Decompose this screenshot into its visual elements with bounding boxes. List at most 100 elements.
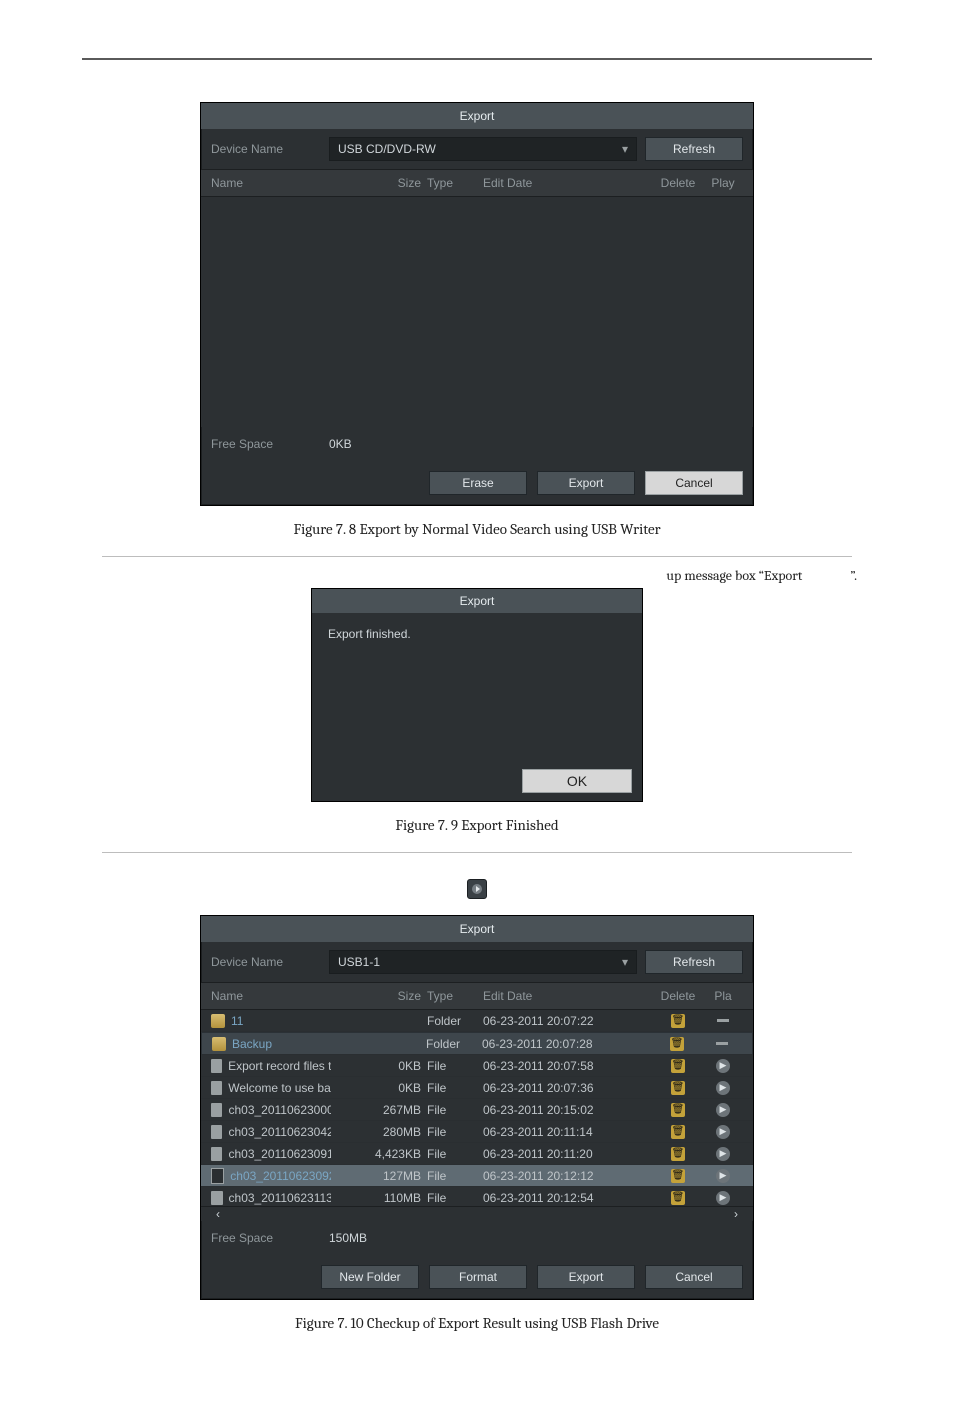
col-name[interactable]: Name <box>211 176 331 190</box>
file-size: 0KB <box>331 1059 421 1073</box>
col-play[interactable]: Pla <box>703 989 743 1003</box>
play-icon[interactable]: ▶ <box>716 1059 730 1073</box>
play-icon[interactable]: ▶ <box>716 1191 730 1205</box>
trash-icon[interactable]: 🗑 <box>671 1191 685 1205</box>
delete-cell[interactable]: 🗑 <box>653 1147 703 1161</box>
table-row[interactable]: BackupFolder06-23-2011 20:07:28🗑 <box>201 1032 753 1055</box>
format-button[interactable]: Format <box>429 1265 527 1289</box>
play-cell[interactable]: ▶ <box>703 1125 743 1139</box>
delete-cell[interactable]: 🗑 <box>653 1169 703 1183</box>
table-row[interactable]: 11Folder06-23-2011 20:07:22🗑 <box>201 1010 753 1032</box>
table-row[interactable]: ch03_20110623000000267MBFile06-23-2011 2… <box>201 1099 753 1121</box>
trash-icon[interactable]: 🗑 <box>671 1081 685 1095</box>
table-row[interactable]: Export record files to me0KBFile06-23-20… <box>201 1055 753 1077</box>
play-cell[interactable]: ▶ <box>703 1147 743 1161</box>
trash-icon[interactable]: 🗑 <box>670 1037 684 1051</box>
play-cell[interactable]: ▶ <box>703 1059 743 1073</box>
delete-cell[interactable]: 🗑 <box>652 1037 702 1051</box>
device-select[interactable]: USB CD/DVD-RW ▾ <box>329 137 637 161</box>
play-icon[interactable]: ▶ <box>716 1103 730 1117</box>
file-date: 06-23-2011 20:07:28 <box>466 1037 652 1051</box>
table-row[interactable]: ch03_20110623113325110MBFile06-23-2011 2… <box>201 1187 753 1206</box>
col-delete[interactable]: Delete <box>653 176 703 190</box>
delete-cell[interactable]: 🗑 <box>653 1191 703 1205</box>
col-play[interactable]: Play <box>703 176 743 190</box>
file-type: File <box>421 1147 467 1161</box>
new-folder-button[interactable]: New Folder <box>321 1265 419 1289</box>
play-cell[interactable] <box>702 1042 742 1045</box>
device-select-2[interactable]: USB1-1 ▾ <box>329 950 637 974</box>
file-type: File <box>421 1103 467 1117</box>
free-space-label-2: Free Space <box>211 1231 321 1245</box>
delete-cell[interactable]: 🗑 <box>653 1059 703 1073</box>
inline-note-text-a: up message box “Export <box>666 567 802 584</box>
play-cell[interactable]: ▶ <box>703 1169 743 1183</box>
file-name: ch03_20110623000000 <box>228 1103 331 1117</box>
dash-icon <box>717 1019 729 1022</box>
arrow-left-icon[interactable]: ‹ <box>211 1207 225 1221</box>
delete-cell[interactable]: 🗑 <box>653 1125 703 1139</box>
export-button-2[interactable]: Export <box>537 1265 635 1289</box>
refresh-button-2[interactable]: Refresh <box>645 950 743 974</box>
trash-icon[interactable]: 🗑 <box>671 1059 685 1073</box>
delete-cell[interactable]: 🗑 <box>653 1081 703 1095</box>
play-cell[interactable] <box>703 1019 743 1022</box>
export-finished-title: Export <box>312 589 642 613</box>
col-delete[interactable]: Delete <box>653 989 703 1003</box>
trash-icon[interactable]: 🗑 <box>671 1125 685 1139</box>
file-table-body-empty <box>201 197 753 427</box>
trash-icon[interactable]: 🗑 <box>671 1147 685 1161</box>
horizontal-scrollbar[interactable]: ‹ › <box>201 1206 753 1221</box>
table-row[interactable]: Welcome to use backup0KBFile06-23-2011 2… <box>201 1077 753 1099</box>
col-type[interactable]: Type <box>421 989 467 1003</box>
file-date: 06-23-2011 20:12:54 <box>467 1191 653 1205</box>
file-table-body[interactable]: 11Folder06-23-2011 20:07:22🗑BackupFolder… <box>201 1010 753 1206</box>
col-name[interactable]: Name <box>211 989 331 1003</box>
table-row[interactable]: ch03_20110623092323127MBFile06-23-2011 2… <box>201 1165 753 1187</box>
folder-icon <box>211 1014 225 1028</box>
delete-cell[interactable]: 🗑 <box>653 1103 703 1117</box>
play-icon[interactable]: ▶ <box>716 1125 730 1139</box>
trash-icon[interactable]: 🗑 <box>671 1169 685 1183</box>
cancel-button[interactable]: Cancel <box>645 471 743 495</box>
play-cell[interactable]: ▶ <box>703 1081 743 1095</box>
ok-button[interactable]: OK <box>522 769 632 793</box>
file-table-header: Name Size Type Edit Date Delete Play <box>201 169 753 197</box>
device-select-value: USB CD/DVD-RW <box>338 142 436 156</box>
inline-note: up message box “Export ”. <box>97 567 857 584</box>
col-date[interactable]: Edit Date <box>467 989 653 1003</box>
col-type[interactable]: Type <box>421 176 467 190</box>
erase-button[interactable]: Erase <box>429 471 527 495</box>
divider-1 <box>102 556 852 557</box>
col-size[interactable]: Size <box>331 989 421 1003</box>
trash-icon[interactable]: 🗑 <box>671 1014 685 1028</box>
file-icon <box>211 1103 222 1117</box>
chevron-down-icon: ▾ <box>622 142 628 156</box>
table-row[interactable]: ch03_201106230914034,423KBFile06-23-2011… <box>201 1143 753 1165</box>
play-cell[interactable]: ▶ <box>703 1103 743 1117</box>
arrow-right-icon[interactable]: › <box>729 1207 743 1221</box>
free-space-value-2: 150MB <box>329 1231 367 1245</box>
col-date[interactable]: Edit Date <box>467 176 653 190</box>
col-size[interactable]: Size <box>331 176 421 190</box>
device-name-label: Device Name <box>211 142 321 156</box>
file-type: File <box>421 1125 467 1139</box>
folder-icon <box>212 1037 226 1051</box>
file-size: 127MB <box>331 1169 421 1183</box>
file-table-header-2: Name Size Type Edit Date Delete Pla <box>201 982 753 1010</box>
file-date: 06-23-2011 20:12:12 <box>467 1169 653 1183</box>
play-icon[interactable]: ▶ <box>716 1081 730 1095</box>
delete-cell[interactable]: 🗑 <box>653 1014 703 1028</box>
export-button[interactable]: Export <box>537 471 635 495</box>
dash-icon <box>716 1042 728 1045</box>
cancel-button-2[interactable]: Cancel <box>645 1265 743 1289</box>
play-icon[interactable]: ▶ <box>716 1147 730 1161</box>
trash-icon[interactable]: 🗑 <box>671 1103 685 1117</box>
export-dialog-2: Export Device Name USB1-1 ▾ Refresh Name… <box>200 915 754 1300</box>
refresh-button[interactable]: Refresh <box>645 137 743 161</box>
play-cell[interactable]: ▶ <box>703 1191 743 1205</box>
table-row[interactable]: ch03_20110623042932280MBFile06-23-2011 2… <box>201 1121 753 1143</box>
file-date: 06-23-2011 20:07:22 <box>467 1014 653 1028</box>
play-icon[interactable]: ▶ <box>716 1169 730 1183</box>
file-size: 280MB <box>331 1125 421 1139</box>
